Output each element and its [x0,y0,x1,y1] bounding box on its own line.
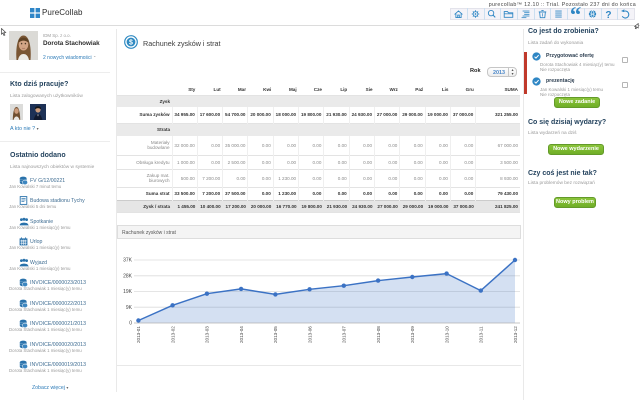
svg-text:2013-12: 2013-12 [513,326,518,343]
svg-text:?: ? [606,10,612,21]
svg-text:2013-07: 2013-07 [342,326,347,343]
svg-text:“: “ [570,7,581,21]
svg-text:0: 0 [129,321,132,327]
svg-text:37K: 37K [123,258,133,264]
svg-text:28K: 28K [123,273,133,279]
svg-text:$: $ [129,40,133,47]
svg-text:9K: 9K [126,305,133,311]
svg-text:2013-03: 2013-03 [205,326,210,343]
svg-text:2013-04: 2013-04 [239,326,244,343]
svg-text:2013-09: 2013-09 [410,326,415,343]
svg-text:19K: 19K [123,289,133,295]
svg-text:Rachunek zysków i strat: Rachunek zysków i strat [122,230,177,236]
svg-text:2013-08: 2013-08 [376,326,381,343]
svg-text:2013-01: 2013-01 [136,326,141,343]
svg-text:2013-06: 2013-06 [307,326,312,343]
svg-text:2013-02: 2013-02 [170,326,175,343]
svg-text:2013-10: 2013-10 [444,326,449,343]
svg-text:2013-05: 2013-05 [273,326,278,343]
svg-text:2013-11: 2013-11 [479,326,484,343]
